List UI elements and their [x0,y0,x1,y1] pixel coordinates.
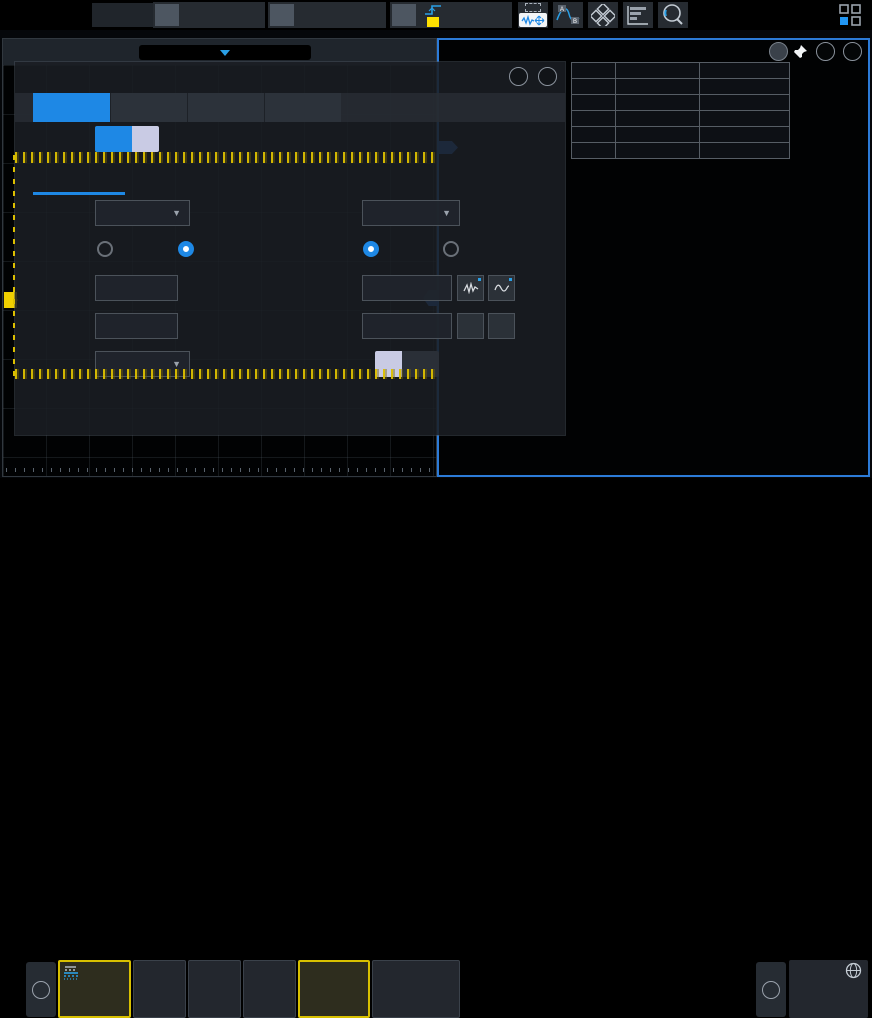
close-window-icon[interactable] [843,42,862,61]
c1-waveform-bottom-strip [15,369,435,379]
window-source-dropdown[interactable] [139,45,311,60]
radio-db[interactable] [363,241,379,257]
trigger-letter [392,4,416,26]
fft-measure-popup[interactable] [571,40,790,159]
math-fft-dialog[interactable]: ▼ ▼ ▼ [15,62,565,435]
channel3-card[interactable] [188,960,241,1018]
chevron-left-icon [32,981,50,999]
table-row [572,127,790,143]
cursor-measure-tool-button[interactable]: A B [553,2,583,28]
histogram-tool-button[interactable] [623,2,653,28]
c1-waveform-edge [13,155,15,377]
cursor-ab-icon: A B [555,4,581,26]
c1-waveform-top-strip [15,152,435,163]
coupling-icon [64,965,77,972]
channel2-card[interactable] [133,960,186,1018]
trigger-status-badge [92,3,154,27]
fft-measure-table [571,62,790,159]
table-row [572,111,790,127]
vpos-field[interactable] [362,313,452,339]
svg-text:B: B [573,19,577,25]
fft1-card[interactable] [298,960,370,1018]
subtab-trace[interactable] [127,167,219,195]
tab-fft3[interactable] [187,93,264,122]
svg-text:A: A [560,7,564,13]
trigger-slope-icon [424,4,442,16]
horizontal-settings-block[interactable] [153,2,265,28]
col-no [572,63,616,79]
subtab-general[interactable] [33,167,125,195]
trigger-source-badge [427,17,439,27]
search-tool-button[interactable] [658,2,688,28]
window-grid-icon [838,3,862,27]
vpos-down-button[interactable] [488,313,515,339]
tab-fft4[interactable] [264,93,341,122]
help-icon[interactable] [816,42,835,61]
xy-diamonds-icon [591,4,615,26]
blue-dot [478,278,481,281]
points-dropdown[interactable]: ▼ [362,200,460,226]
acquire-letter [270,4,294,26]
coarse-adjust-button[interactable] [488,275,515,301]
blue-dot [509,278,512,281]
chevron-down-icon: ▼ [172,359,181,369]
source-dropdown[interactable]: ▼ [95,200,190,226]
toggle-knob [132,126,159,152]
top-status-bar: A B [0,0,872,30]
pin-icon[interactable] [792,44,808,60]
waveform-move-icon [519,13,547,27]
table-row [572,143,790,159]
tab-fft2[interactable] [110,93,187,122]
chevron-down-icon: ▼ [442,208,451,218]
radio-vrms[interactable] [443,241,459,257]
bottom-scale-ticks [6,468,433,472]
fft-popup-header [571,40,790,62]
globe-icon [845,962,862,979]
vscale-field[interactable] [362,275,452,301]
chevron-right-icon [762,981,780,999]
chevron-down-icon: ▼ [172,208,181,218]
dialog-close-icon[interactable] [538,67,557,86]
tab-fft1[interactable] [33,93,110,122]
chevron-down-icon [220,50,230,56]
bottom-channel-bar [0,478,872,545]
acquire-settings-block[interactable] [268,2,386,28]
col-dbv [700,63,790,79]
panel-scroll-right-button[interactable] [756,962,786,1017]
radio-bandwidth[interactable] [97,241,113,257]
table-header-row [572,63,790,79]
panel-scroll-left-button[interactable] [26,962,56,1017]
waveform-select-tool-button[interactable] [518,2,548,28]
clock-card[interactable] [789,960,868,1018]
table-row [572,79,790,95]
col-freq [616,63,700,79]
close-popup-icon[interactable] [769,42,788,61]
table-row [572,95,790,111]
xy-display-tool-button[interactable] [588,2,618,28]
operation-toggle[interactable] [95,126,159,152]
toggle-on-text [95,126,132,152]
histogram-icon [626,4,650,26]
channel1-card[interactable] [58,960,131,1018]
bw-limit-icon [64,972,78,980]
trigger-settings-block[interactable] [390,2,512,28]
fine-adjust-button[interactable] [457,275,484,301]
dialog-help-icon[interactable] [509,67,528,86]
end-freq-field[interactable] [95,313,178,339]
vpos-up-button[interactable] [457,313,484,339]
fft-tab-strip [15,93,565,122]
search-icon [661,3,685,27]
horizontal-letter [155,4,179,26]
selection-rect-icon [525,3,541,12]
radio-range[interactable] [178,241,194,257]
start-freq-field[interactable] [95,275,178,301]
channel4-card[interactable] [243,960,296,1018]
logic-analyzer-card[interactable] [372,960,460,1018]
window-layout-button[interactable] [836,2,864,28]
